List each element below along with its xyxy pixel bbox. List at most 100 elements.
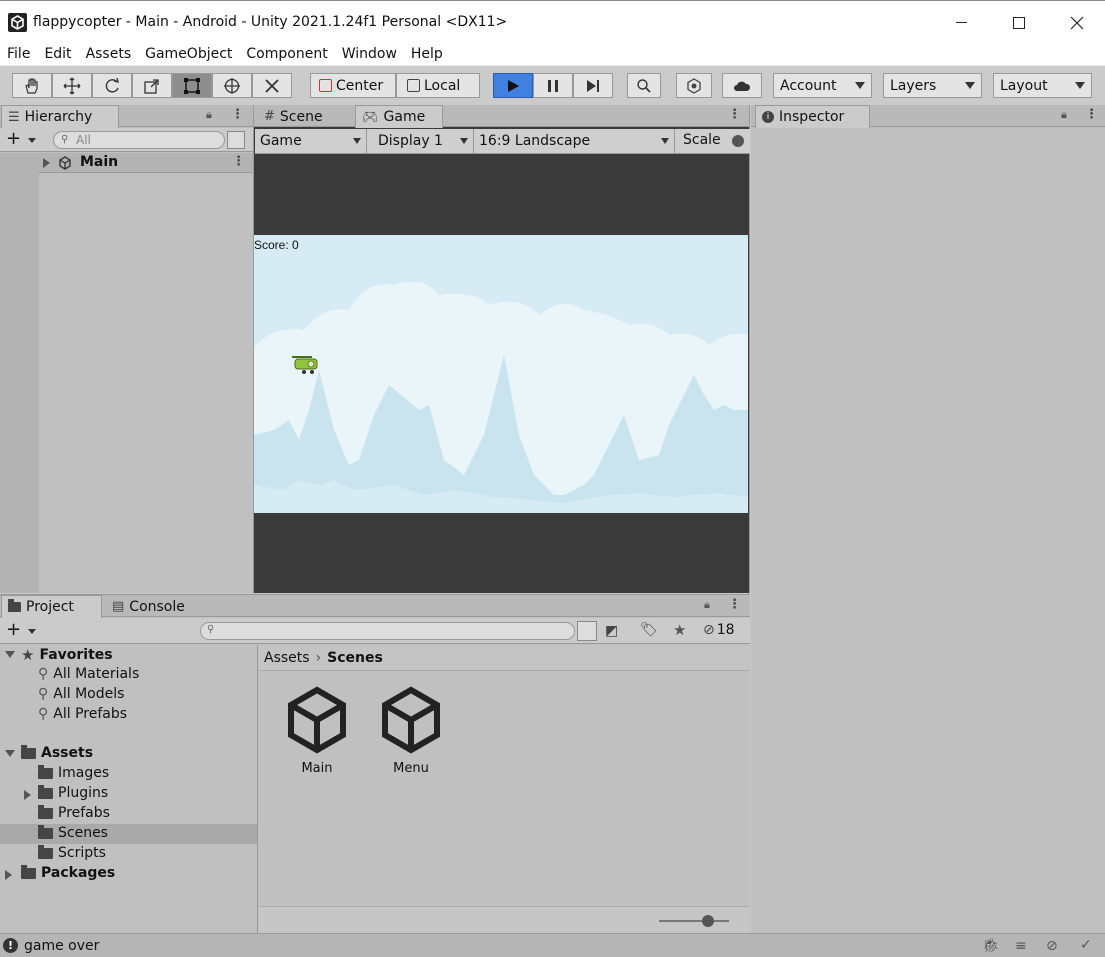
add-icon[interactable]: + xyxy=(6,621,21,639)
play-button[interactable] xyxy=(493,73,533,98)
menu-window[interactable]: Window xyxy=(342,46,397,62)
filter-by-type-icon[interactable]: ◩ xyxy=(605,623,618,639)
hierarchy-search-input[interactable]: All xyxy=(53,131,225,149)
favorite-all-models[interactable]: ⚲ All Models xyxy=(38,686,124,702)
label-tag-icon[interactable]: 🏷︎ xyxy=(640,622,658,638)
search-by-type-icon[interactable] xyxy=(577,621,597,641)
custom-tool-button[interactable] xyxy=(252,73,292,98)
close-button[interactable] xyxy=(1048,1,1105,44)
kebab-menu-icon[interactable]: ⋮ xyxy=(231,107,244,122)
account-dropdown[interactable]: Account xyxy=(773,73,872,98)
tab-console[interactable]: ▤ Console xyxy=(106,595,201,618)
tab-game[interactable]: 🎮︎ Game xyxy=(355,105,443,128)
move-tool-button[interactable] xyxy=(52,73,92,98)
folder-scenes[interactable]: Scenes xyxy=(38,824,108,841)
lock-icon[interactable]: 🔒︎ xyxy=(704,598,710,612)
transform-tool-button[interactable] xyxy=(212,73,252,98)
kebab-menu-icon[interactable]: ⋮ xyxy=(232,154,245,169)
scale-tool-button[interactable] xyxy=(132,73,172,98)
tab-game-label: Game xyxy=(383,109,426,125)
scene-asset-main[interactable]: Main xyxy=(279,685,355,785)
game-view[interactable]: Score: 0 xyxy=(254,235,748,513)
favorite-star-icon[interactable]: ★ xyxy=(673,621,686,639)
favorites-node[interactable]: ★ Favorites xyxy=(21,646,113,664)
status-message[interactable]: game over xyxy=(24,938,99,954)
kebab-menu-icon[interactable]: ⋮ xyxy=(728,107,741,122)
favorite-label: All Prefabs xyxy=(53,706,128,722)
menu-help[interactable]: Help xyxy=(411,46,443,62)
search-button[interactable] xyxy=(627,73,661,98)
add-icon[interactable]: + xyxy=(6,130,21,148)
maximize-button[interactable] xyxy=(990,1,1048,44)
scale-slider-thumb[interactable] xyxy=(732,135,744,147)
cloud-button[interactable] xyxy=(722,73,762,98)
folder-images[interactable]: Images xyxy=(38,764,109,781)
rect-icon xyxy=(184,77,200,94)
folder-scripts[interactable]: Scripts xyxy=(38,844,106,861)
cache-icon[interactable]: ≡ xyxy=(1015,938,1027,954)
display-label: Display 1 xyxy=(378,133,443,149)
menu-component[interactable]: Component xyxy=(246,46,327,62)
icon-size-slider-thumb[interactable] xyxy=(702,915,714,927)
kebab-menu-icon[interactable]: ⋮ xyxy=(1085,107,1098,122)
hidden-packages-button[interactable]: ⊘ 18 xyxy=(703,622,735,638)
asset-label: Menu xyxy=(393,761,429,776)
scene-asset-menu[interactable]: Menu xyxy=(373,685,449,785)
expand-arrow-icon[interactable] xyxy=(24,790,31,800)
collab-button[interactable] xyxy=(676,73,712,98)
rect-tool-button[interactable] xyxy=(172,73,212,98)
title-bar: flappycopter - Main - Android - Unity 20… xyxy=(0,0,1105,43)
minimize-button[interactable] xyxy=(932,1,990,44)
layout-dropdown[interactable]: Layout xyxy=(993,73,1092,98)
tab-project[interactable]: Project xyxy=(1,595,102,618)
project-search-input[interactable] xyxy=(200,622,575,640)
search-by-type-icon[interactable] xyxy=(227,131,245,149)
chevron-down-icon xyxy=(1075,82,1085,89)
asset-label: Main xyxy=(301,761,333,776)
menu-edit[interactable]: Edit xyxy=(44,46,71,62)
menu-assets[interactable]: Assets xyxy=(86,46,132,62)
lock-icon[interactable]: 🔒︎ xyxy=(1061,108,1067,122)
breadcrumb-assets[interactable]: Assets xyxy=(264,650,310,666)
breadcrumb-scenes[interactable]: Scenes xyxy=(327,650,383,666)
hierarchy-panel: ☰ Hierarchy 🔒︎ ⋮ + All ⚲ Main ⋮ xyxy=(0,105,253,593)
pivot-mode-button[interactable]: Center xyxy=(310,73,396,98)
tab-scene[interactable]: # Scene xyxy=(258,105,354,128)
display-dropdown[interactable]: Display 1 xyxy=(373,129,474,153)
minimize-icon xyxy=(955,22,967,23)
scene-row[interactable]: Main ⋮ xyxy=(39,153,253,173)
expand-arrow-icon[interactable] xyxy=(5,750,15,757)
aspect-dropdown[interactable]: 16:9 Landscape xyxy=(474,129,675,153)
add-dropdown-icon[interactable] xyxy=(28,629,36,634)
kebab-menu-icon[interactable]: ⋮ xyxy=(728,597,741,612)
tab-inspector[interactable]: i Inspector xyxy=(755,105,870,128)
icon-size-slider[interactable] xyxy=(659,920,729,922)
menu-gameobject[interactable]: GameObject xyxy=(145,46,232,62)
folder-prefabs[interactable]: Prefabs xyxy=(38,804,110,821)
layers-dropdown[interactable]: Layers xyxy=(883,73,982,98)
chevron-down-icon xyxy=(855,82,865,89)
debug-icon[interactable]: 🐞︎ xyxy=(982,938,1000,954)
packages-node[interactable]: Packages xyxy=(21,864,115,881)
game-mode-dropdown[interactable]: Game xyxy=(255,129,367,153)
expand-arrow-icon[interactable] xyxy=(5,870,12,880)
hand-tool-button[interactable] xyxy=(12,73,52,98)
folder-plugins[interactable]: Plugins xyxy=(38,784,109,801)
pivot-space-button[interactable]: Local xyxy=(396,73,480,98)
menu-file[interactable]: File xyxy=(7,46,30,62)
rotate-tool-button[interactable] xyxy=(92,73,132,98)
expand-arrow-icon[interactable] xyxy=(43,158,50,168)
expand-arrow-icon[interactable] xyxy=(5,651,15,658)
hidden-count: 18 xyxy=(716,622,735,638)
tab-hierarchy[interactable]: ☰ Hierarchy xyxy=(1,105,119,128)
favorite-all-prefabs[interactable]: ⚲ All Prefabs xyxy=(38,706,127,722)
folder-label: Plugins xyxy=(58,785,109,801)
add-dropdown-icon[interactable] xyxy=(28,138,36,143)
lock-icon[interactable]: 🔒︎ xyxy=(206,108,212,122)
step-button[interactable] xyxy=(573,73,613,98)
pause-button[interactable] xyxy=(533,73,573,98)
assets-node[interactable]: Assets xyxy=(21,744,93,761)
network-icon[interactable]: ⊘ xyxy=(1046,938,1058,954)
check-icon[interactable]: ✓ xyxy=(1080,937,1092,953)
favorite-all-materials[interactable]: ⚲ All Materials xyxy=(38,666,139,682)
